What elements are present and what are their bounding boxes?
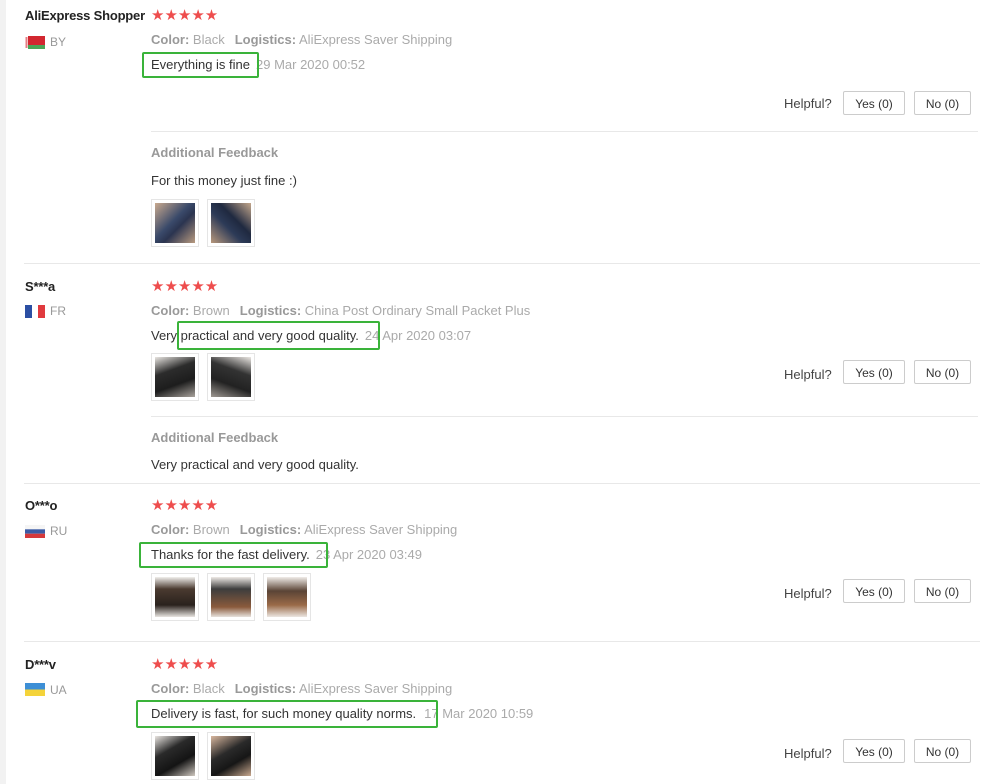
additional-feedback-title: Additional Feedback xyxy=(151,430,279,445)
flag-ru-icon xyxy=(25,525,45,538)
left-gutter xyxy=(0,0,6,784)
review-photo-thumbnail[interactable] xyxy=(151,199,199,247)
star-rating: ★★★★★ xyxy=(151,278,219,295)
additional-feedback-text: Very practical and very good quality. xyxy=(151,457,359,472)
divider xyxy=(24,483,980,484)
review-meta: Color: Brown Logistics: AliExpress Saver … xyxy=(151,522,458,537)
review-text: Thanks for the fast delivery. xyxy=(151,547,310,562)
divider xyxy=(151,416,978,417)
country-code: RU xyxy=(50,524,68,538)
divider xyxy=(24,641,980,642)
review-photo-thumbnail[interactable] xyxy=(151,573,199,621)
review-photo-thumbnail[interactable] xyxy=(207,573,255,621)
reviewer-name: D***v xyxy=(25,657,56,672)
helpful-no-button[interactable]: No (0) xyxy=(914,739,971,763)
review-text-line: Everything is fine 29 Mar 2020 00:52 xyxy=(151,57,365,72)
review-photo-thumbnail[interactable] xyxy=(151,353,199,401)
helpful-no-button[interactable]: No (0) xyxy=(914,360,971,384)
review-photo-thumbnail[interactable] xyxy=(207,199,255,247)
review-photo-thumbnail[interactable] xyxy=(207,732,255,780)
helpful-label: Helpful? xyxy=(784,746,832,761)
review-text-line: Very practical and very good quality. 24 … xyxy=(151,328,471,343)
reviewer-name: O***o xyxy=(25,498,58,513)
additional-feedback-text: For this money just fine :) xyxy=(151,173,297,188)
review-meta: Color: Brown Logistics: China Post Ordina… xyxy=(151,303,531,318)
helpful-yes-button[interactable]: Yes (0) xyxy=(843,739,905,763)
reviewer-name: S***a xyxy=(25,279,56,294)
star-rating: ★★★★★ xyxy=(151,7,219,24)
review-date: 24 Apr 2020 03:07 xyxy=(364,328,472,343)
star-rating: ★★★★★ xyxy=(151,656,219,673)
review-photo-thumbnail[interactable] xyxy=(263,573,311,621)
review-date: 17 Mar 2020 10:59 xyxy=(424,706,534,721)
divider xyxy=(24,263,980,264)
review-photo-thumbnail[interactable] xyxy=(207,353,255,401)
helpful-label: Helpful? xyxy=(784,586,832,601)
star-rating: ★★★★★ xyxy=(151,497,219,514)
additional-feedback-title: Additional Feedback xyxy=(151,145,279,160)
review-text-line: Delivery is fast, for such money quality… xyxy=(151,706,533,721)
review-meta: Color: Black Logistics: AliExpress Saver … xyxy=(151,32,453,47)
review-photo-thumbnail[interactable] xyxy=(151,732,199,780)
country-code: FR xyxy=(50,304,66,318)
helpful-label: Helpful? xyxy=(784,96,832,111)
helpful-no-button[interactable]: No (0) xyxy=(914,579,971,603)
country-code: BY xyxy=(50,35,67,49)
helpful-yes-button[interactable]: Yes (0) xyxy=(843,579,905,603)
helpful-yes-button[interactable]: Yes (0) xyxy=(843,360,905,384)
review-date: 23 Apr 2020 03:49 xyxy=(315,547,422,562)
flag-by-icon xyxy=(25,36,45,49)
review-date: 29 Mar 2020 00:52 xyxy=(256,57,366,72)
country-code: UA xyxy=(50,683,67,697)
review-text: practical and very good quality. xyxy=(180,328,359,343)
review-text: Everything is fine xyxy=(151,57,250,72)
review-text: Delivery is fast, for such money quality… xyxy=(151,706,417,721)
review-meta: Color: Black Logistics: AliExpress Saver … xyxy=(151,681,453,696)
helpful-yes-button[interactable]: Yes (0) xyxy=(843,91,905,115)
divider xyxy=(151,131,978,132)
helpful-no-button[interactable]: No (0) xyxy=(914,91,971,115)
flag-fr-icon xyxy=(25,305,45,318)
reviewer-name: AliExpress Shopper xyxy=(25,8,145,23)
review-text-prefix: Very xyxy=(151,328,181,343)
helpful-label: Helpful? xyxy=(784,367,832,382)
flag-ua-icon xyxy=(25,683,45,696)
review-text-line: Thanks for the fast delivery. 23 Apr 2020… xyxy=(151,547,422,562)
